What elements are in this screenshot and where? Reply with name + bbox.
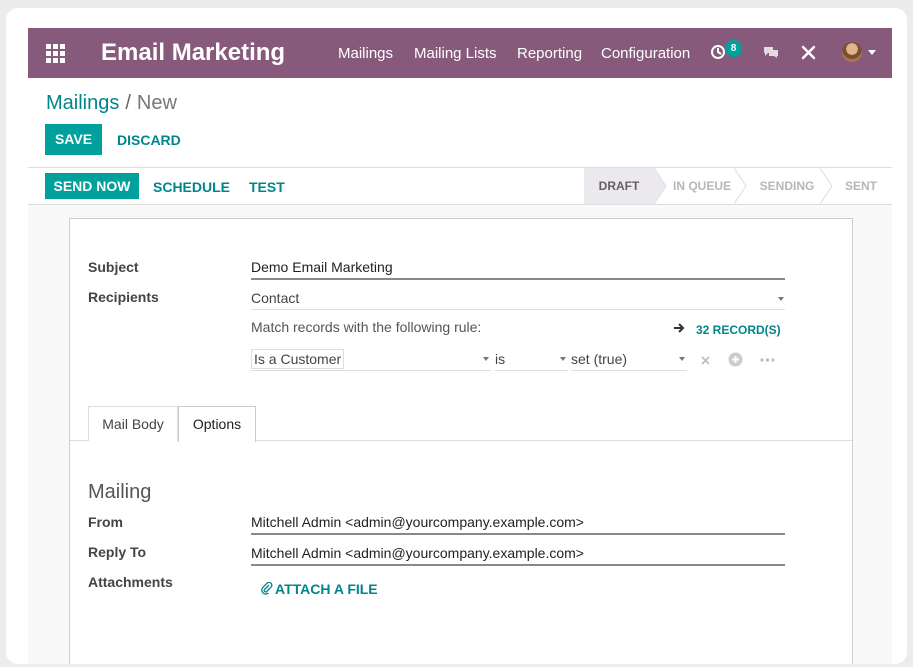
menu-mailings[interactable]: Mailings xyxy=(338,45,393,62)
subject-label: Subject xyxy=(88,259,139,275)
rule-field-select[interactable]: Is a Customer xyxy=(251,349,491,371)
chevron-down-icon xyxy=(679,357,685,361)
rule-field-value: Is a Customer xyxy=(251,349,345,369)
paperclip-icon xyxy=(261,582,273,595)
activity-badge: 8 xyxy=(725,40,742,57)
breadcrumb: Mailings / New xyxy=(46,92,177,115)
test-button[interactable]: TEST xyxy=(249,179,285,195)
menu-mailing-lists[interactable]: Mailing Lists xyxy=(414,45,497,62)
tools-icon[interactable] xyxy=(801,45,816,60)
stage-draft[interactable]: DRAFT xyxy=(584,168,654,204)
chevron-down-icon xyxy=(483,357,489,361)
rule-description: Match records with the following rule: xyxy=(251,319,482,335)
subject-input[interactable]: Demo Email Marketing xyxy=(251,259,785,280)
stage-in-queue[interactable]: IN QUEUE xyxy=(668,168,736,204)
schedule-button[interactable]: SCHEDULE xyxy=(153,179,230,195)
more-icon[interactable] xyxy=(760,358,775,362)
attachments-label: Attachments xyxy=(88,574,173,590)
rule-value-select[interactable]: set (true) xyxy=(571,351,687,371)
stage-sending[interactable]: SENDING xyxy=(750,168,824,204)
menu-configuration[interactable]: Configuration xyxy=(601,45,690,62)
menu-reporting[interactable]: Reporting xyxy=(517,45,582,62)
apps-icon[interactable] xyxy=(46,44,65,63)
save-button[interactable]: SAVE xyxy=(45,124,102,155)
clock-icon[interactable] xyxy=(710,44,726,60)
recipients-select[interactable]: Contact xyxy=(251,290,785,310)
records-count-link[interactable]: 32 RECORD(S) xyxy=(696,323,781,337)
app-title: Email Marketing xyxy=(101,39,286,66)
send-now-button[interactable]: SEND NOW xyxy=(45,173,139,199)
close-icon[interactable] xyxy=(701,356,710,365)
tab-mail-body[interactable]: Mail Body xyxy=(88,406,178,441)
attach-file-label: ATTACH A FILE xyxy=(275,581,378,597)
add-icon[interactable] xyxy=(728,352,743,367)
mailing-section-title: Mailing xyxy=(88,481,152,503)
avatar[interactable] xyxy=(842,42,862,62)
chevron-down-icon xyxy=(778,297,784,301)
status-bar: SEND NOW SCHEDULE TEST DRAFT IN QUEUE SE… xyxy=(28,167,892,205)
breadcrumb-mailings[interactable]: Mailings xyxy=(46,92,119,114)
caret-down-icon[interactable] xyxy=(868,50,876,55)
tab-options[interactable]: Options xyxy=(178,406,256,442)
rule-operator-select[interactable]: is xyxy=(495,351,568,371)
breadcrumb-separator: / xyxy=(125,92,131,114)
from-input[interactable]: Mitchell Admin <admin@yourcompany.exampl… xyxy=(251,514,785,535)
chat-icon[interactable] xyxy=(762,44,780,60)
chevron-down-icon xyxy=(560,357,566,361)
window-frame: Email Marketing Mailings Mailing Lists R… xyxy=(6,8,907,664)
discard-button[interactable]: DISCARD xyxy=(117,132,181,148)
stage-sent[interactable]: SENT xyxy=(836,168,886,204)
reply-to-label: Reply To xyxy=(88,544,147,560)
from-label: From xyxy=(88,514,123,530)
reply-to-input[interactable]: Mitchell Admin <admin@yourcompany.exampl… xyxy=(251,545,785,566)
stage-chevron xyxy=(820,168,833,204)
breadcrumb-current: New xyxy=(136,92,177,114)
recipients-label: Recipients xyxy=(88,289,159,305)
form-sheet: Subject Demo Email Marketing Recipients … xyxy=(69,218,853,664)
arrow-right-icon xyxy=(674,323,685,333)
stage-chevron xyxy=(654,168,667,204)
stage-chevron xyxy=(734,168,747,204)
top-navbar: Email Marketing Mailings Mailing Lists R… xyxy=(28,28,892,78)
